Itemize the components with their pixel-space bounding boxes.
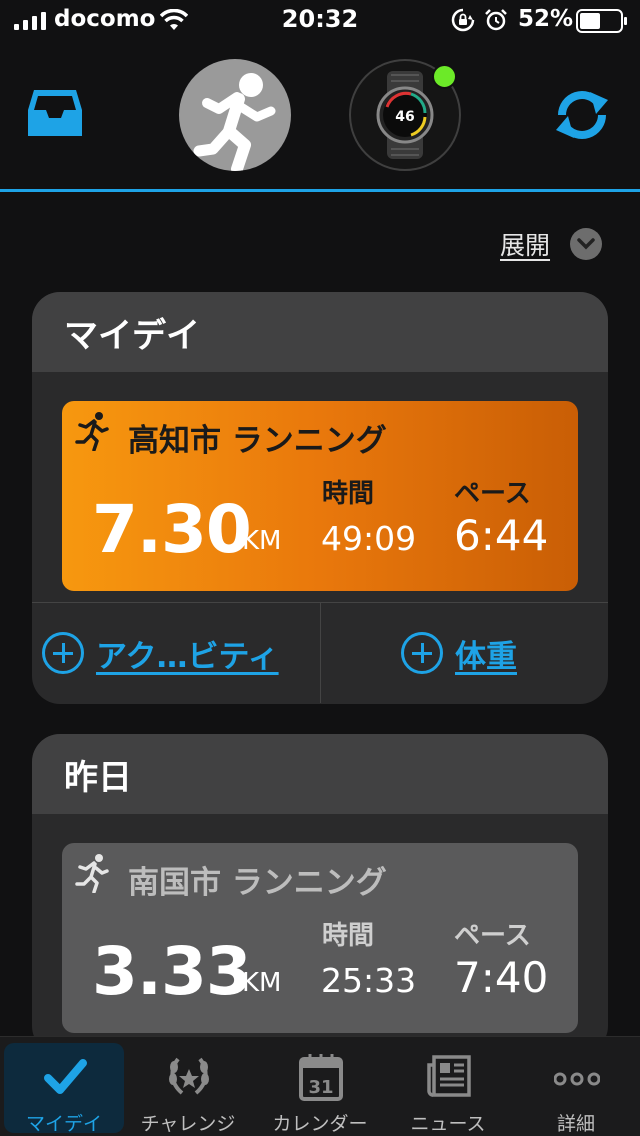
activity-distance-unit: KM bbox=[242, 526, 282, 556]
battery-percent: 52% bbox=[518, 6, 574, 32]
plus-circle-icon bbox=[401, 632, 443, 674]
tab-news[interactable]: ニュース bbox=[388, 1043, 508, 1135]
my-day-title: マイデイ bbox=[32, 292, 608, 372]
my-day-actions: アク…ビティ 体重 bbox=[32, 602, 608, 703]
plus-circle-icon bbox=[42, 632, 84, 674]
tab-my-day[interactable]: マイデイ bbox=[4, 1043, 124, 1135]
tab-label: チャレンジ bbox=[140, 1113, 236, 1135]
tab-label: マイデイ bbox=[25, 1113, 102, 1135]
activity-distance: 7.30 bbox=[92, 491, 252, 568]
activity-pace: 7:40 bbox=[454, 953, 549, 1002]
tab-challenges[interactable]: チャレンジ bbox=[128, 1043, 248, 1135]
checkmark-icon bbox=[44, 1059, 87, 1094]
yesterday-card: 昨日 南国市 ランニング 3.33 KM 時間 25:33 ペース 7:40 bbox=[32, 734, 608, 1054]
sync-icon[interactable] bbox=[552, 88, 612, 142]
add-weight-label: 体重 bbox=[455, 638, 517, 675]
expand-toggle[interactable]: 展開 bbox=[500, 226, 603, 262]
tab-label: 詳細 bbox=[556, 1113, 595, 1135]
running-icon bbox=[75, 854, 109, 893]
tab-label: ニュース bbox=[410, 1113, 486, 1135]
expand-label: 展開 bbox=[500, 231, 551, 260]
add-weight-button[interactable]: 体重 bbox=[320, 603, 608, 703]
laurel-icon bbox=[169, 1057, 209, 1095]
inbox-tray-icon[interactable] bbox=[26, 88, 84, 138]
add-activity-label: アク…ビティ bbox=[96, 638, 279, 675]
app-header: 46 bbox=[0, 42, 640, 192]
activity-time-label: 時間 bbox=[322, 921, 375, 951]
activity-time: 49:09 bbox=[321, 519, 417, 558]
calendar-day: 31 bbox=[308, 1077, 333, 1098]
tab-calendar[interactable]: 31 カレンダー bbox=[260, 1043, 380, 1135]
activity-pace-label: ペース bbox=[454, 479, 531, 509]
activity-card-yesterday[interactable]: 南国市 ランニング 3.33 KM 時間 25:33 ペース 7:40 bbox=[62, 843, 578, 1033]
yesterday-title: 昨日 bbox=[32, 734, 608, 814]
add-activity-button[interactable]: アク…ビティ bbox=[32, 603, 320, 703]
tab-label: カレンダー bbox=[272, 1113, 368, 1135]
tab-more[interactable]: 詳細 bbox=[516, 1043, 636, 1135]
status-bar: docomo 20:32 52% bbox=[0, 0, 640, 42]
calendar-icon: 31 bbox=[299, 1054, 343, 1101]
running-person-icon bbox=[193, 73, 276, 171]
activity-title: 高知市 ランニング bbox=[128, 423, 387, 459]
activity-distance-unit: KM bbox=[242, 968, 282, 998]
activity-card-today[interactable]: 高知市 ランニング 7.30 KM 時間 49:09 ペース 6:44 bbox=[62, 401, 578, 591]
activity-time-label: 時間 bbox=[322, 479, 375, 509]
alarm-icon bbox=[485, 9, 507, 31]
avatar[interactable] bbox=[179, 59, 291, 171]
chevron-down-icon bbox=[570, 228, 603, 260]
more-dots-icon bbox=[554, 1072, 600, 1086]
activity-title: 南国市 ランニング bbox=[128, 865, 387, 901]
orientation-lock-icon bbox=[451, 8, 475, 32]
activity-time: 25:33 bbox=[321, 961, 417, 1000]
activity-distance: 3.33 bbox=[92, 933, 252, 1010]
activity-pace: 6:44 bbox=[454, 511, 549, 560]
newspaper-icon bbox=[427, 1055, 471, 1097]
tab-bar: マイデイ チャレンジ 31 カレンダー ニュース 詳細 bbox=[0, 1036, 640, 1136]
running-icon bbox=[75, 412, 109, 451]
my-day-card: マイデイ 高知市 ランニング 7.30 KM 時間 49:09 ペース 6:44… bbox=[32, 292, 608, 704]
battery-icon bbox=[576, 9, 627, 33]
activity-pace-label: ペース bbox=[454, 921, 531, 951]
device-connected-indicator bbox=[432, 64, 457, 89]
watch-face-number: 46 bbox=[395, 109, 414, 125]
